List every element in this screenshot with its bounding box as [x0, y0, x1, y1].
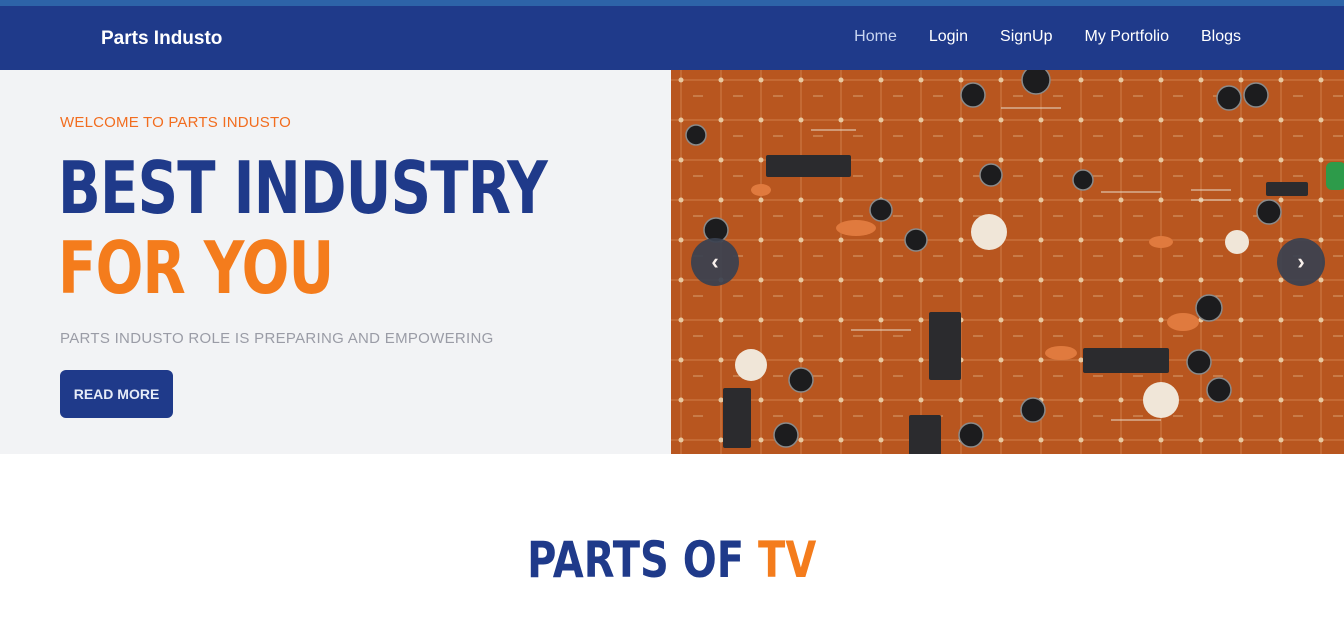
section-title: PARTS OF TV: [527, 530, 816, 590]
nav-link-login[interactable]: Login: [929, 28, 968, 46]
brand-logo-link[interactable]: Parts Industo: [101, 28, 222, 50]
hero-headline-line1: BEST INDUSTRY: [58, 146, 548, 230]
section-title-part2: TV: [758, 531, 817, 589]
parts-section-heading: PARTS OF TV: [0, 530, 1344, 590]
nav-link-signup[interactable]: SignUp: [1000, 28, 1052, 46]
hero-welcome-text: WELCOME TO PARTS INDUSTO: [60, 114, 291, 131]
circuit-board-image: [671, 70, 1344, 454]
section-title-part1: PARTS OF: [527, 531, 745, 589]
hero-text-panel: WELCOME TO PARTS INDUSTO BEST INDUSTRY F…: [0, 70, 671, 454]
navbar: Parts Industo Home Login SignUp My Portf…: [0, 6, 1344, 70]
carousel-prev-button[interactable]: ‹: [691, 238, 739, 286]
hero-headline-line2: FOR YOU: [58, 226, 334, 310]
carousel-next-button[interactable]: ›: [1277, 238, 1325, 286]
nav-link-home[interactable]: Home: [854, 28, 897, 46]
hero-carousel: ‹ ›: [671, 70, 1344, 454]
nav-link-my-portfolio[interactable]: My Portfolio: [1085, 28, 1169, 46]
hero-headline: BEST INDUSTRY FOR YOU: [58, 146, 548, 310]
nav-link-blogs[interactable]: Blogs: [1201, 28, 1241, 46]
read-more-button[interactable]: READ MORE: [60, 370, 173, 418]
nav-links: Home Login SignUp My Portfolio Blogs: [822, 28, 1241, 46]
hero-subtitle: PARTS INDUSTO ROLE IS PREPARING AND EMPO…: [60, 330, 494, 347]
